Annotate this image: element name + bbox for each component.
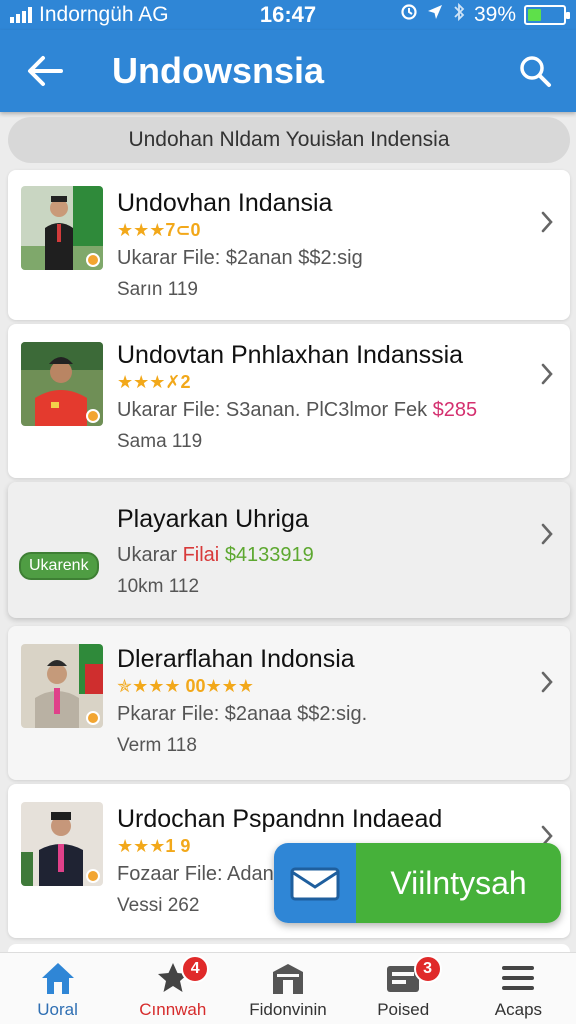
battery-level — [528, 9, 542, 21]
item-thumbnail — [21, 802, 103, 886]
search-icon — [520, 56, 551, 87]
item-title: Playarkan Uhriga — [117, 505, 309, 533]
nav-item-menu[interactable]: Acaps — [461, 953, 576, 1024]
page-title: Undowsnsia — [112, 50, 325, 91]
item-title: Dlerarflahan Indonsia — [117, 645, 355, 673]
nav-item-store[interactable]: Fidonvinin — [230, 953, 345, 1024]
chevron-right-icon — [541, 211, 553, 233]
nav-item-home[interactable]: Uoral — [0, 953, 115, 1024]
item-thumbnail — [21, 186, 103, 270]
battery-icon — [524, 5, 570, 25]
item-thumbnail — [21, 342, 103, 426]
battery-percent: 39% — [473, 3, 516, 26]
nav-label: Acaps — [494, 1000, 543, 1019]
search-button[interactable] — [494, 30, 576, 112]
item-meta: 10km 112 — [117, 576, 200, 597]
item-details: Ukarar File: $2anan $$2:sig — [117, 247, 363, 269]
list-item[interactable]: Dlerarflahan Indonsia ✯★★★ 00★★★ Pkarar … — [8, 626, 570, 780]
item-details: Ukarar File: S3anan. PlC3lmor Fek $285 — [117, 399, 520, 422]
status-bar: Indorngüh AG 16:47 39% — [0, 0, 576, 30]
status-dot — [86, 711, 100, 725]
item-title: Urdochan Pspandnn Indaead — [117, 805, 443, 833]
list-item[interactable]: Undovhan Indansia ★★★7⊂0 Ukarar File: $2… — [8, 170, 570, 320]
item-rating: ★★★✗2 — [117, 372, 191, 392]
status-dot — [86, 253, 100, 267]
menu-icon — [498, 958, 538, 998]
nav-item-favorites[interactable]: 4 Cınnwah — [115, 953, 230, 1024]
item-meta: Verm 118 — [117, 735, 197, 756]
carrier-name: Indorngüh AG — [39, 3, 169, 26]
item-rating: ★★★7⊂0 — [117, 220, 201, 240]
nav-label: Cınnwah — [139, 1000, 207, 1019]
location-icon — [426, 3, 444, 27]
nav-label: Uoral — [37, 1000, 78, 1019]
item-title: Undovhan Indansia — [117, 189, 333, 217]
chevron-right-icon — [541, 671, 553, 693]
status-dot — [86, 409, 100, 423]
item-details-text: Ukarar File: S3anan. PlC3lmor Fek — [117, 399, 428, 421]
app-bar: Undowsnsia — [0, 30, 576, 112]
item-details: Ukarar Filai $4133919 — [117, 544, 520, 567]
nav-item-inbox[interactable]: 3 Poised — [346, 953, 461, 1024]
item-title: Undovtan Pnhlaxhan Indanssia — [117, 341, 464, 369]
item-details: Pkarar File: $2anaa $$2:sig. — [117, 703, 368, 725]
list-item-peek — [8, 944, 570, 952]
chevron-right-icon — [541, 363, 553, 385]
arrow-left-icon — [28, 56, 63, 86]
nav-label: Fidonvinin — [249, 1000, 327, 1019]
bluetooth-icon — [452, 2, 466, 28]
item-rating: ✯★★★ 00★★★ — [117, 676, 254, 696]
list-item[interactable]: Ukarenk Playarkan Uhriga Ukarar Filai $4… — [8, 482, 570, 618]
signal-icon — [10, 7, 32, 23]
sync-icon — [400, 3, 418, 27]
item-meta: Sarın 119 — [117, 279, 198, 300]
chevron-right-icon — [541, 523, 553, 545]
store-icon — [268, 958, 308, 998]
item-thumbnail — [21, 644, 103, 728]
fab-label: Viilntysah — [356, 843, 561, 923]
notification-badge: 3 — [413, 955, 442, 983]
home-icon — [38, 958, 78, 998]
section-header[interactable]: Undohan Nldam Youisłan Indensia — [8, 117, 570, 163]
item-price: $4133919 — [224, 544, 314, 566]
item-tag: Ukarenk — [19, 552, 99, 580]
floating-action-button[interactable]: Viilntysah — [274, 843, 561, 923]
item-price: $285 — [432, 399, 478, 421]
status-dot — [86, 869, 100, 883]
bottom-nav: Uoral 4 Cınnwah Fidonvinin 3 Poised Acap… — [0, 952, 576, 1024]
item-meta: Sama 119 — [117, 431, 203, 452]
mail-icon — [274, 843, 356, 923]
notification-badge: 4 — [181, 955, 210, 983]
item-details-text: Ukarar — [117, 544, 178, 566]
nav-label: Poised — [377, 1000, 430, 1019]
list-item[interactable]: Undovtan Pnhlaxhan Indanssia ★★★✗2 Ukara… — [8, 324, 570, 478]
back-button[interactable] — [0, 30, 90, 112]
item-label-red: Filai — [182, 544, 220, 566]
